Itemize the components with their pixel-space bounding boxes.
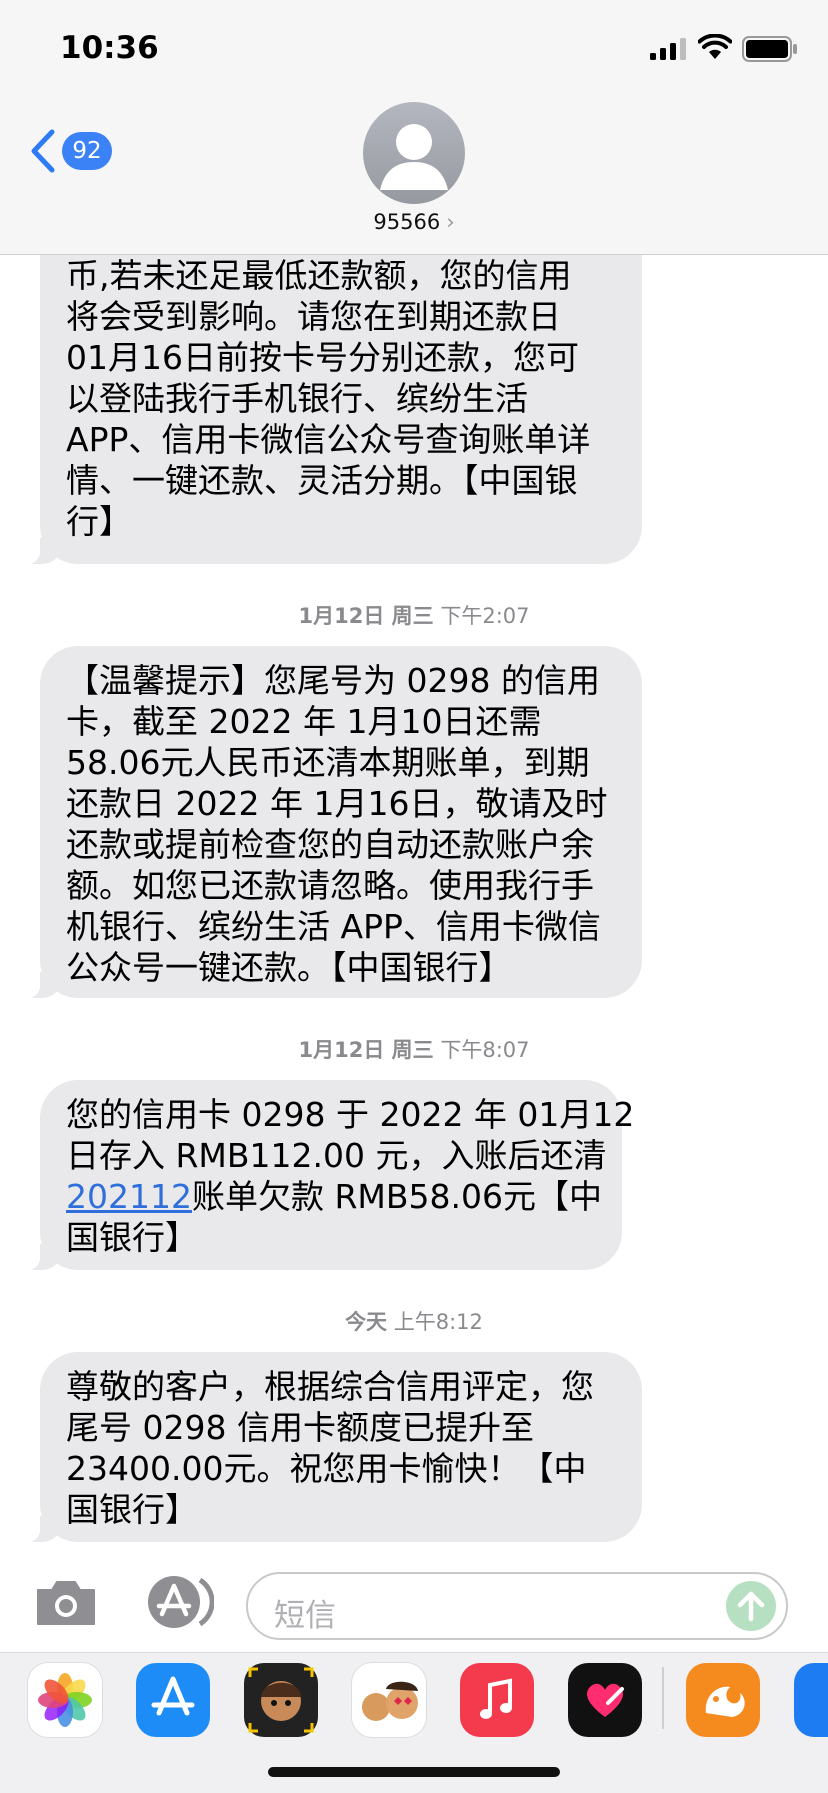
contact-avatar[interactable]: [363, 102, 465, 204]
photos-icon: [38, 1673, 92, 1727]
message-line: 58.06元人民币还清本期账单，到期: [66, 743, 590, 782]
timestamp: 1月12日 周三 下午8:07: [0, 1034, 828, 1064]
message-line: 【温馨提示】您尾号为 0298 的信用: [66, 661, 600, 700]
music-app-icon[interactable]: [460, 1663, 534, 1737]
digital-touch-app-icon[interactable]: [568, 1663, 642, 1737]
battery-icon: [742, 36, 797, 62]
unread-count-badge: 92: [62, 132, 112, 170]
timestamp: 今天 上午8:12: [0, 1306, 828, 1336]
timestamp: 1月12日 周三 下午2:07: [0, 600, 828, 630]
squirrel-icon: [705, 1686, 745, 1717]
message-line: 01月16日前按卡号分别还款，您可: [66, 338, 579, 377]
contact-number: 95566: [373, 210, 441, 234]
camera-icon[interactable]: [34, 1578, 98, 1628]
message-placeholder: 短信: [274, 1598, 336, 1634]
app-store-app-icon[interactable]: [136, 1663, 210, 1737]
message-line: 以登陆我行手机银行、缤纷生活: [66, 379, 528, 418]
status-time: 10:36: [60, 30, 159, 66]
message-line: 还款日 2022 年 1月16日，敬请及时: [66, 784, 608, 823]
message-bubble[interactable]: 币,若未还足最低还款额，您的信用 将会受到影响。请您在到期还款日 01月16日前…: [20, 214, 642, 564]
message-line: 将会受到影响。请您在到期还款日: [66, 297, 561, 336]
message-line: 日存入 RMB112.00 元，入账后还清: [66, 1136, 607, 1175]
date-link[interactable]: 202112: [66, 1177, 192, 1216]
timestamp-time: 下午8:07: [440, 1038, 530, 1062]
message-line: 尾号 0298 信用卡额度已提升至: [66, 1408, 534, 1447]
chevron-right-icon: ›: [446, 210, 455, 234]
message-line: 国银行】: [66, 1490, 198, 1529]
arrow-up-icon: [737, 1591, 765, 1622]
music-icon: [480, 1678, 512, 1719]
person-icon: [380, 124, 448, 190]
heart-icon: [586, 1683, 624, 1717]
message-line: 行】: [66, 502, 132, 541]
contact-name[interactable]: 95566 ›: [0, 210, 828, 234]
timestamp-time: 上午8:12: [393, 1310, 483, 1334]
app-store-icon: [151, 1676, 195, 1716]
message-line: 您的信用卡 0298 于 2022 年 01月12: [66, 1095, 635, 1134]
uc-browser-app-icon[interactable]: [686, 1663, 760, 1737]
conversation-header: 10:36 92 95566 ›: [0, 0, 828, 255]
memoji-app-icon[interactable]: [244, 1663, 318, 1737]
message-input[interactable]: 短信: [246, 1572, 788, 1640]
message-line: 额。如您已还款请忽略。使用我行手: [66, 866, 594, 905]
message-line: 202112账单欠款 RMB58.06元【中: [66, 1176, 602, 1217]
partial-app-icon[interactable]: [794, 1663, 828, 1737]
timestamp-time: 下午2:07: [440, 604, 530, 628]
message-line: 机银行、缤纷生活 APP、信用卡微信: [66, 907, 601, 946]
timestamp-day: 今天: [345, 1310, 388, 1334]
chevron-left-icon: [31, 129, 55, 173]
photos-app-icon[interactable]: [28, 1663, 102, 1737]
message-text: 账单欠款 RMB58.06元【中: [191, 1177, 602, 1216]
message-line: 23400.00元。祝您用卡愉快！【中: [66, 1449, 587, 1488]
back-button[interactable]: 92: [28, 128, 118, 174]
home-indicator: [268, 1767, 560, 1777]
message-line: APP、信用卡微信公众号查询账单详: [66, 420, 591, 459]
message-line: 还款或提前检查您的自动还款账户余: [66, 825, 594, 864]
message-bubble[interactable]: 尊敬的客户，根据综合信用评定，您 尾号 0298 信用卡额度已提升至 23400…: [20, 1352, 642, 1542]
timestamp-day: 1月12日 周三: [298, 604, 434, 628]
message-line: 情、一键还款、灵活分期。【中国银: [66, 461, 578, 500]
message-line: 币,若未还足最低还款额，您的信用: [66, 256, 572, 295]
memoji-stickers-app-icon[interactable]: [352, 1663, 426, 1737]
message-line: 国银行】: [66, 1218, 198, 1257]
message-line: 尊敬的客户，根据综合信用评定，您: [66, 1367, 594, 1406]
dock-divider: [662, 1667, 664, 1729]
compose-bar: 短信: [0, 1558, 828, 1652]
cellular-signal-icon: [650, 38, 686, 60]
message-bubble[interactable]: 【温馨提示】您尾号为 0298 的信用 卡，截至 2022 年 1月10日还需 …: [20, 646, 642, 998]
memoji-icon: [248, 1667, 314, 1733]
message-line: 卡，截至 2022 年 1月10日还需: [66, 702, 542, 741]
timestamp-day: 1月12日 周三: [298, 1038, 434, 1062]
message-bubble[interactable]: 您的信用卡 0298 于 2022 年 01月12 日存入 RMB112.00 …: [20, 1080, 635, 1270]
app-store-icon[interactable]: [140, 1574, 214, 1630]
app-drawer: [0, 1652, 828, 1793]
wifi-icon: [698, 34, 732, 59]
memoji-stickers-icon: [362, 1681, 418, 1721]
message-line: 公众号一键还款。【中国银行】: [66, 948, 512, 987]
message-thread: 币,若未还足最低还款额，您的信用 将会受到影响。请您在到期还款日 01月16日前…: [0, 0, 828, 1792]
send-button[interactable]: [726, 1581, 776, 1631]
